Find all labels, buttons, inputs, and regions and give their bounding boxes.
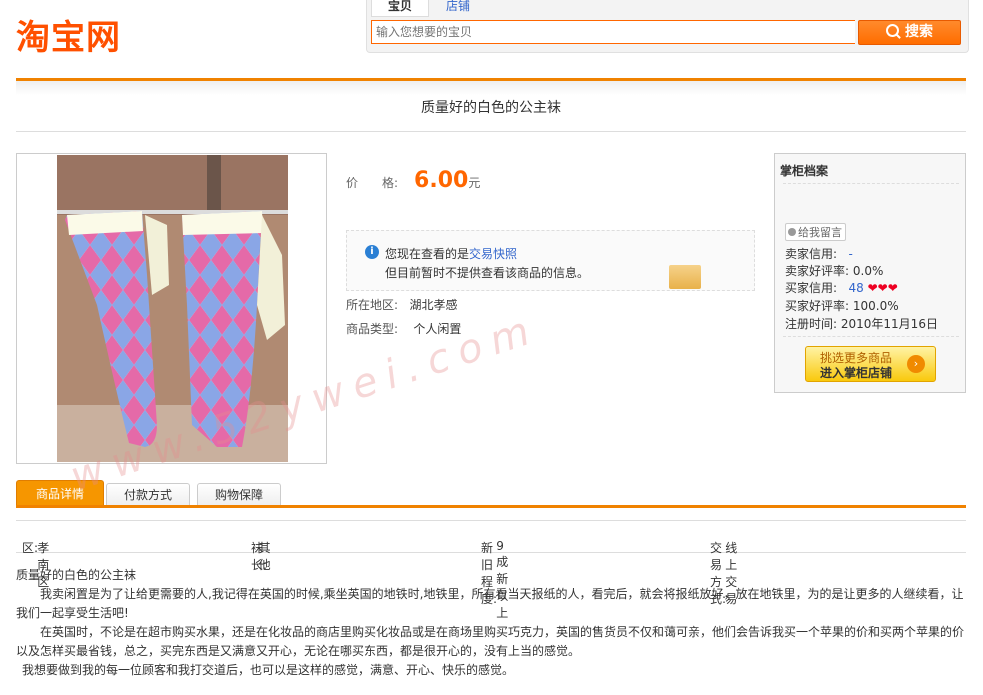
seller-rating-label: 卖家好评率: — [785, 264, 850, 278]
item-type-value: 个人闲置 — [413, 322, 462, 336]
notice-line-1: 您现在查看的是交易快照 — [385, 245, 517, 262]
shop-button-line-2: 进入掌柜店铺 — [820, 366, 893, 380]
buyer-rating-label: 买家好评率: — [785, 299, 850, 313]
seller-credit-label: 卖家信用: — [785, 247, 838, 261]
seller-profile-panel: 掌柜档案 给我留言 卖家信用: - 卖家好评率: 0.0% 买家信用: 48 ❤… — [774, 153, 966, 393]
price-unit: 元 — [468, 176, 481, 190]
attr-sock-length: 袜长: 其他 — [251, 530, 271, 572]
search-button[interactable]: 搜索 — [858, 20, 961, 45]
package-icon — [669, 265, 701, 289]
buyer-credit-value[interactable]: 48 — [849, 281, 864, 295]
location-value: 湖北孝感 — [409, 298, 458, 312]
attr-district: 区: 孝南区 — [22, 530, 49, 589]
register-date-value: 2010年11月16日 — [840, 317, 938, 331]
item-description: 质量好的白色的公主袜 我卖闲置是为了让给更需要的人,我记得在英国的时候,乘坐英国… — [16, 566, 966, 680]
item-photo-frame — [16, 153, 327, 464]
tab-payment-methods[interactable]: 付款方式 — [106, 483, 190, 506]
description-paragraph-1: 我卖闲置是为了让给更需要的人,我记得在英国的时候,乘坐英国的地铁时,地铁里，所有… — [16, 587, 964, 620]
seller-rating-row: 卖家好评率: 0.0% — [785, 262, 883, 279]
leave-message-button[interactable]: 给我留言 — [785, 223, 846, 241]
item-title: 质量好的白色的公主袜 — [421, 100, 561, 116]
description-heading: 质量好的白色的公主袜 — [16, 568, 137, 582]
detail-tabs: 商品详情 付款方式 购物保障 — [16, 480, 966, 506]
seller-credit-value[interactable]: - — [849, 247, 853, 261]
attr-trade-method: 交易方式: 线上交易 — [710, 530, 737, 606]
tab-purchase-protection[interactable]: 购物保障 — [197, 483, 281, 506]
seller-panel-title: 掌柜档案 — [780, 164, 829, 178]
heart-icon[interactable]: ❤❤❤ — [868, 281, 898, 295]
seller-rating-value: 0.0% — [852, 264, 884, 278]
price-row: 价 格: 6.00元 — [346, 168, 480, 193]
price-label: 价 格: — [346, 176, 399, 190]
search-button-label: 搜索 — [905, 24, 933, 40]
buyer-rating-value: 100.0% — [852, 299, 899, 313]
item-attributes: 区: 孝南区 袜长: 其他 新旧程度: 9成新以上 交易方式: 线上交易 — [16, 520, 966, 620]
title-divider — [16, 131, 966, 132]
register-date-label: 注册时间: — [785, 317, 838, 331]
description-paragraph-2: 在英国时，不论是在超市购买水果，还是在化妆品的商店里购买化妆品或是在商场里购买巧… — [16, 625, 965, 658]
taobao-logo[interactable]: 淘宝网 — [16, 10, 121, 59]
item-type-row: 商品类型: 个人闲置 — [346, 320, 461, 337]
location-row: 所在地区: 湖北孝感 — [346, 296, 458, 313]
price-value: 6.00 — [414, 168, 469, 193]
attr-district-label: 区: — [22, 541, 39, 555]
buyer-credit-label: 买家信用: — [785, 281, 838, 295]
header-shadow — [16, 81, 966, 95]
snapshot-link[interactable]: 交易快照 — [469, 247, 517, 261]
description-paragraph-3: 我想要做到我的每一位顾客和我打交道后，也可以是这样的感觉，满意、开心、快乐的感觉… — [22, 663, 515, 677]
snapshot-notice: i 您现在查看的是交易快照 但目前暂时不提供查看该商品的信息。 — [346, 230, 755, 291]
location-label: 所在地区: — [346, 298, 399, 312]
attr-condition: 新旧程度: 9成新以上 — [481, 530, 508, 620]
item-type-label: 商品类型: — [346, 322, 399, 336]
divider — [783, 336, 959, 337]
arrow-right-icon: › — [907, 355, 925, 373]
search-tab-items[interactable]: 宝贝 — [371, 0, 429, 17]
register-date-row: 注册时间: 2010年11月16日 — [785, 315, 938, 332]
tab-item-details[interactable]: 商品详情 — [16, 480, 104, 506]
divider — [783, 183, 959, 184]
message-icon — [788, 228, 796, 236]
seller-credit-row: 卖家信用: - — [785, 245, 853, 262]
buyer-credit-row: 买家信用: 48 ❤❤❤ — [785, 279, 898, 296]
tabs-underline — [16, 505, 966, 508]
leave-message-label: 给我留言 — [798, 226, 842, 239]
search-input[interactable] — [371, 20, 855, 44]
notice-prefix: 您现在查看的是 — [385, 247, 470, 261]
info-icon: i — [365, 245, 379, 259]
buyer-rating-row: 买家好评率: 100.0% — [785, 297, 899, 314]
search-tab-shops[interactable]: 店铺 — [443, 0, 473, 16]
search-icon — [886, 24, 899, 37]
notice-line-2: 但目前暂时不提供查看该商品的信息。 — [385, 266, 590, 280]
search-box: 宝贝 店铺 搜索 — [366, 0, 969, 53]
enter-shop-button[interactable]: 挑选更多商品 进入掌柜店铺 › — [805, 346, 936, 382]
item-photo[interactable] — [57, 155, 288, 462]
